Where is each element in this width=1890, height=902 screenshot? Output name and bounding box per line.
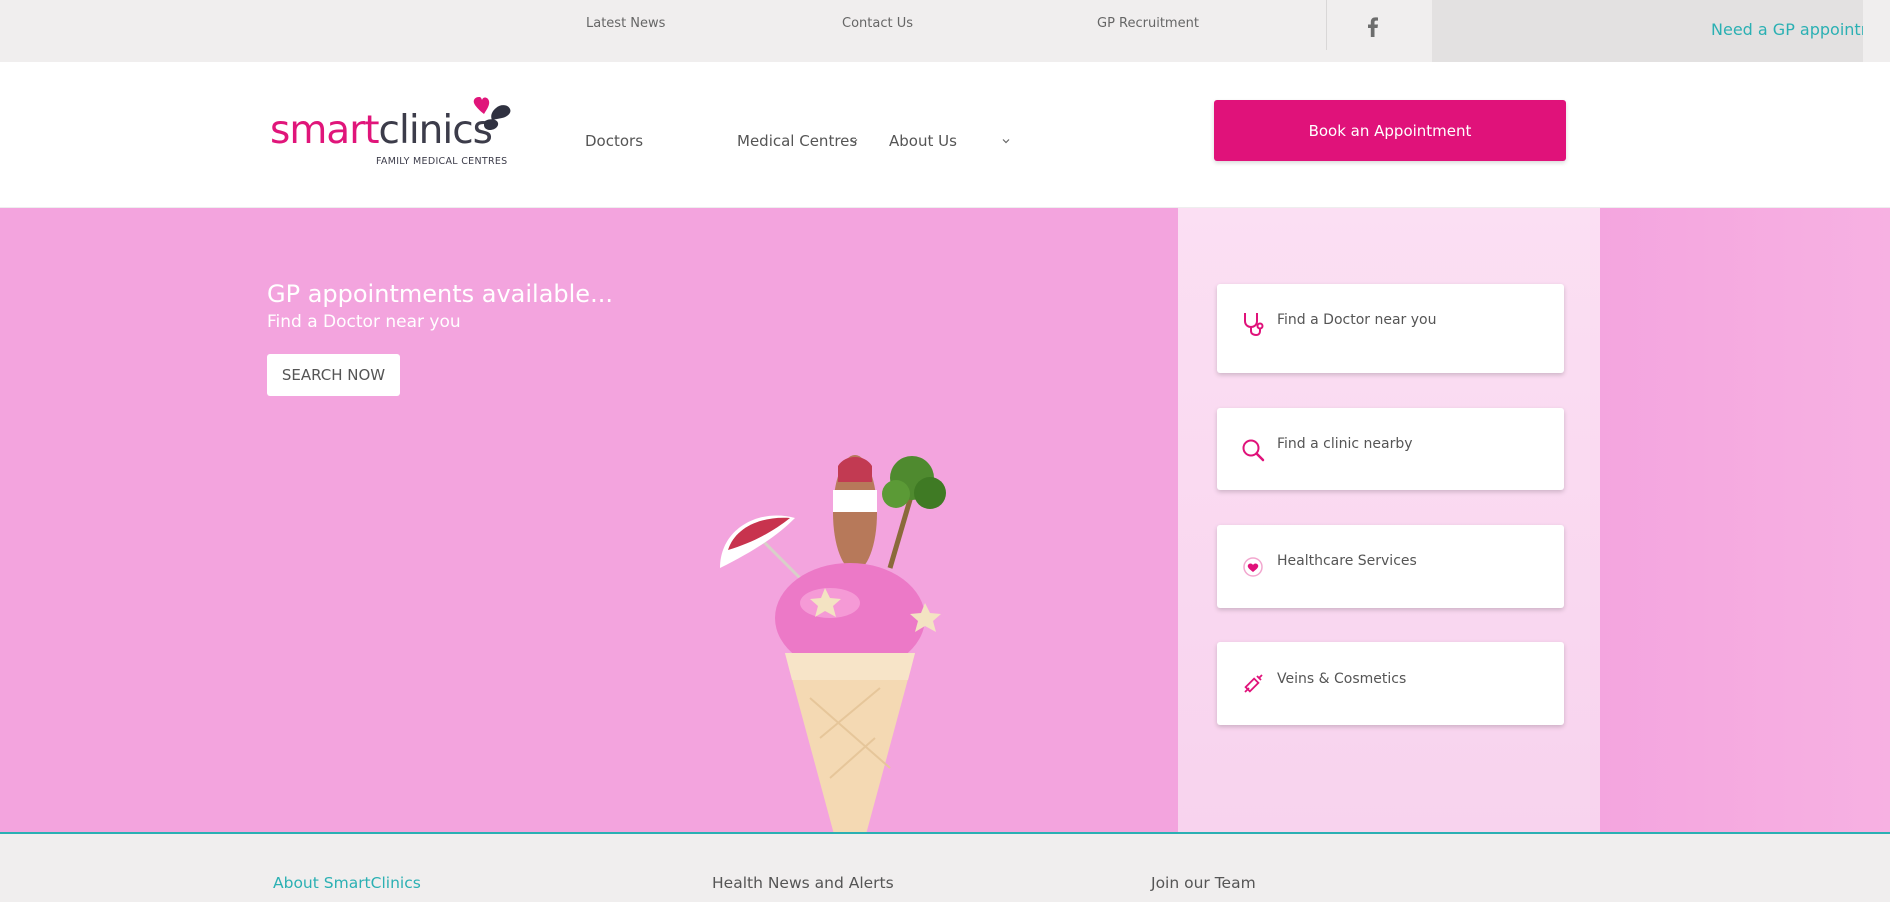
footer-links-band: About SmartClinics Health News and Alert… [0,834,1890,902]
topbar-divider [1326,0,1327,50]
facebook-icon[interactable] [1362,15,1384,39]
latest-news-link[interactable]: Latest News [586,16,665,31]
syringe-icon [1244,674,1263,693]
hero-banner: GP appointments available... Find a Doct… [0,208,1890,832]
stethoscope-icon [1244,313,1264,337]
book-appointment-button[interactable]: Book an Appointment [1214,100,1566,161]
logo-subtitle: FAMILY MEDICAL CENTRES [376,156,508,167]
utility-bar: Latest News Contact Us GP Recruitment Ne… [0,0,1890,62]
site-header: smartclinics FAMILY MEDICAL CENTRES Doct… [0,62,1890,208]
hero-subheading: Find a Doctor near you [267,312,461,332]
find-doctor-label: Find a Doctor near you [1277,312,1437,328]
nav-doctors[interactable]: Doctors [585,132,643,150]
find-clinic-label: Find a clinic nearby [1277,436,1413,452]
gp-appointment-cta-label: Need a GP appointment [1711,20,1863,39]
quick-links-panel: Find a Doctor near you Find a clinic nea… [1178,208,1600,832]
veins-cosmetics-label: Veins & Cosmetics [1277,671,1407,687]
smartclinics-logo[interactable]: smartclinics FAMILY MEDICAL CENTRES [270,96,520,170]
logo-wordmark: smartclinics [270,108,493,153]
logo-word-smart: smart [270,108,380,153]
about-smartclinics-link[interactable]: About SmartClinics [273,874,421,892]
healthcare-services-label: Healthcare Services [1277,553,1417,569]
veins-cosmetics-card[interactable]: Veins & Cosmetics [1217,642,1564,725]
join-our-team-link[interactable]: Join our Team [1151,874,1256,892]
hero-heading: GP appointments available... [267,280,613,308]
gp-recruitment-link[interactable]: GP Recruitment [1097,16,1199,31]
healthcare-services-card[interactable]: Healthcare Services [1217,525,1564,608]
nav-medical-centres[interactable]: Medical Centres [737,132,857,150]
nav-about-us[interactable]: About Us [889,132,957,150]
chevron-down-icon[interactable] [849,136,859,146]
heart-chat-icon [1243,557,1263,577]
contact-us-link[interactable]: Contact Us [842,16,913,31]
ice-cream-illustration [720,455,946,832]
health-news-link[interactable]: Health News and Alerts [712,874,894,892]
gp-appointment-cta[interactable]: Need a GP appointment [1432,0,1863,62]
search-icon [1242,439,1265,462]
hero-right-backdrop [1600,208,1890,832]
logo-heart-mark-icon [473,97,511,130]
find-doctor-card[interactable]: Find a Doctor near you [1217,284,1564,373]
find-clinic-card[interactable]: Find a clinic nearby [1217,408,1564,490]
search-now-button[interactable]: SEARCH NOW [267,354,400,396]
chevron-down-icon[interactable] [1001,136,1011,146]
